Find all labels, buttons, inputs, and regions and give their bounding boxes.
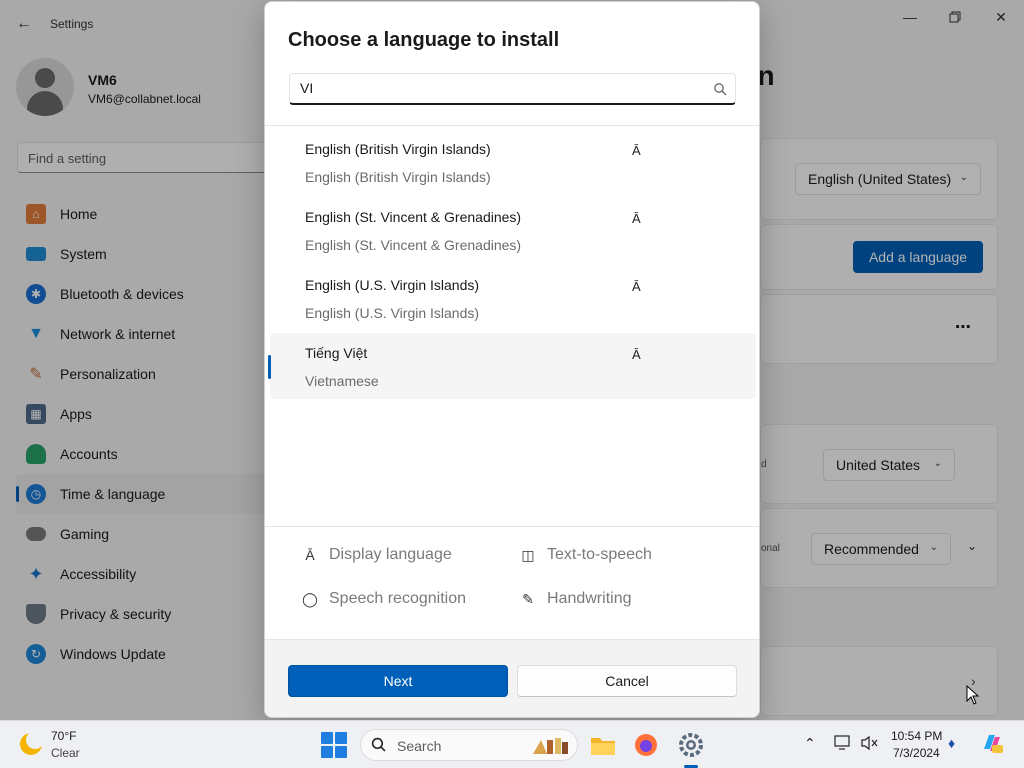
- start-button[interactable]: [321, 732, 347, 758]
- taskbar-search[interactable]: Search: [360, 729, 578, 761]
- dialog-title: Choose a language to install: [288, 29, 560, 51]
- search-icon[interactable]: [713, 82, 727, 96]
- mouse-cursor-icon: [966, 685, 980, 705]
- weather-condition: Clear: [51, 746, 80, 760]
- moon-icon: [20, 731, 44, 755]
- divider: [265, 125, 759, 126]
- clock-time[interactable]: 10:54 PM: [891, 729, 942, 743]
- display-language-icon: Ā: [632, 347, 641, 362]
- display-language-icon: Ā: [305, 547, 315, 563]
- dialog-footer: Next Cancel: [265, 639, 759, 717]
- language-option[interactable]: English (St. Vincent & Grenadines) Engli…: [270, 197, 756, 263]
- search-icon: [371, 737, 386, 756]
- language-native-name: Tiếng Việt: [305, 345, 368, 361]
- language-english-name: Vietnamese: [305, 373, 379, 389]
- choose-language-dialog: Choose a language to install English (Br…: [264, 1, 760, 718]
- language-native-name: English (British Virgin Islands): [305, 141, 491, 157]
- language-english-name: English (St. Vincent & Grenadines): [305, 237, 522, 253]
- volume-muted-icon[interactable]: [860, 735, 878, 754]
- display-language-icon: Ā: [632, 211, 641, 226]
- firefox-icon: [635, 734, 657, 756]
- language-native-name: English (St. Vincent & Grenadines): [305, 209, 522, 225]
- feature-speech-recognition: ◯ Speech recognition: [301, 590, 466, 608]
- feature-label: Text-to-speech: [547, 546, 652, 563]
- language-search-box[interactable]: [289, 73, 736, 105]
- network-icon[interactable]: [834, 735, 852, 754]
- file-explorer-button[interactable]: [589, 731, 617, 759]
- firefox-button[interactable]: [632, 731, 660, 759]
- settings-app-button[interactable]: [677, 731, 705, 759]
- handwriting-icon: ✎: [522, 590, 534, 607]
- windows-logo-icon: [321, 732, 333, 744]
- display-language-icon: Ā: [632, 279, 641, 294]
- notification-bell-icon[interactable]: ♦: [948, 735, 955, 751]
- feature-label: Handwriting: [547, 590, 632, 607]
- language-search-input[interactable]: [300, 80, 700, 96]
- show-hidden-icons-chevron-icon[interactable]: ⌃: [804, 735, 816, 752]
- language-list: English (British Virgin Islands) English…: [265, 127, 759, 527]
- search-highlight-icon: [533, 738, 568, 754]
- cancel-button[interactable]: Cancel: [517, 665, 737, 697]
- microphone-icon: ◯: [302, 590, 318, 607]
- language-option[interactable]: English (British Virgin Islands) English…: [270, 129, 756, 195]
- gear-icon: [679, 733, 703, 757]
- weather-temperature: 70°F: [51, 729, 77, 743]
- feature-display-language: Ā Display language: [301, 546, 452, 564]
- feature-text-to-speech: ◫ Text-to-speech: [519, 546, 652, 564]
- next-button[interactable]: Next: [288, 665, 508, 697]
- language-option-selected[interactable]: Tiếng Việt Vietnamese Ā: [268, 333, 756, 399]
- folder-icon: [591, 738, 615, 755]
- taskbar: 70°F Clear Search ⌃ 10:54 PM 7/3/2024 ♦: [0, 720, 1024, 768]
- feature-label: Display language: [329, 546, 452, 563]
- language-option[interactable]: English (U.S. Virgin Islands) English (U…: [270, 265, 756, 331]
- taskbar-search-label: Search: [397, 738, 442, 754]
- language-features: Ā Display language ◫ Text-to-speech ◯ S…: [265, 528, 759, 638]
- divider: [265, 526, 759, 527]
- feature-label: Speech recognition: [329, 590, 466, 607]
- display-language-icon: Ā: [632, 143, 641, 158]
- clock-date[interactable]: 7/3/2024: [893, 746, 940, 760]
- copilot-icon[interactable]: [980, 731, 1004, 758]
- language-english-name: English (U.S. Virgin Islands): [305, 305, 480, 321]
- text-to-speech-icon: ◫: [521, 546, 535, 563]
- language-english-name: English (British Virgin Islands): [305, 169, 491, 185]
- feature-handwriting: ✎ Handwriting: [519, 590, 631, 608]
- selection-indicator: [268, 355, 271, 379]
- language-native-name: English (U.S. Virgin Islands): [305, 277, 480, 293]
